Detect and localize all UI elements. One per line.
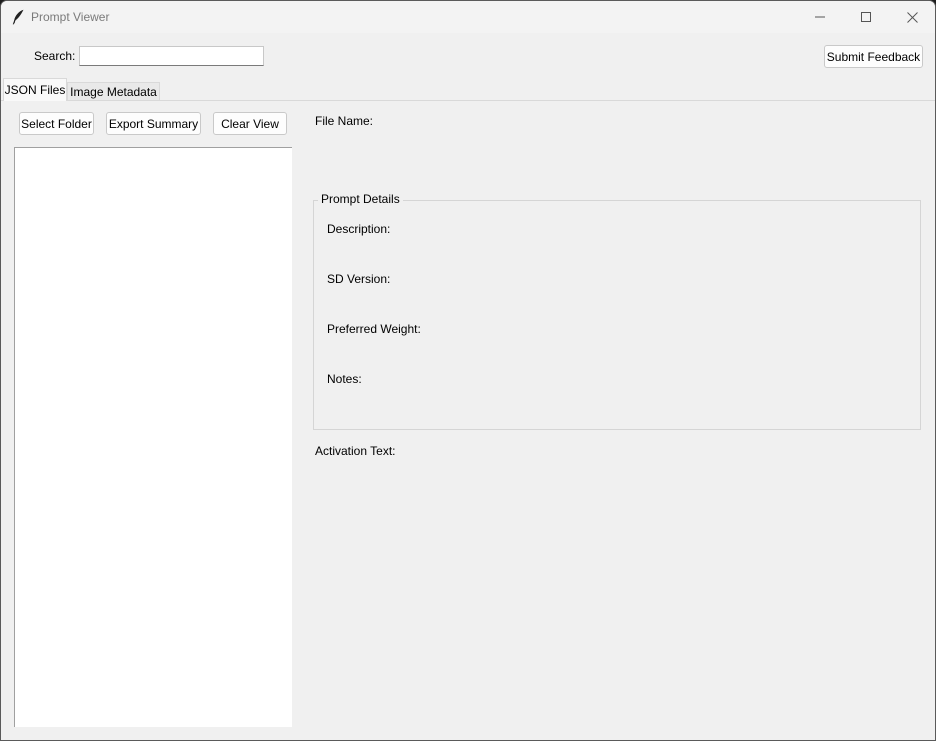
search-label: Search: bbox=[34, 49, 76, 63]
window-title: Prompt Viewer bbox=[31, 10, 110, 24]
clear-view-button[interactable]: Clear View bbox=[213, 112, 287, 135]
select-folder-button[interactable]: Select Folder bbox=[19, 112, 94, 135]
maximize-icon bbox=[861, 12, 871, 22]
search-input[interactable] bbox=[79, 46, 264, 66]
tab-image-metadata[interactable]: Image Metadata bbox=[67, 82, 160, 101]
close-icon bbox=[906, 11, 918, 23]
prompt-details-group bbox=[313, 200, 921, 430]
sd-version-label: SD Version: bbox=[327, 272, 391, 286]
window-bottom-edge bbox=[1, 728, 935, 740]
title-bar[interactable]: Prompt Viewer bbox=[1, 1, 935, 33]
app-window: Prompt Viewer Search: Submit Feedback JS… bbox=[0, 0, 936, 741]
notes-label: Notes: bbox=[327, 372, 362, 386]
preferred-weight-label: Preferred Weight: bbox=[327, 322, 421, 336]
file-listbox[interactable] bbox=[14, 147, 292, 727]
minimize-icon bbox=[815, 16, 825, 18]
file-name-label: File Name: bbox=[315, 114, 374, 128]
tab-divider bbox=[1, 100, 935, 101]
description-label: Description: bbox=[327, 222, 391, 236]
activation-text-label: Activation Text: bbox=[315, 444, 396, 458]
minimize-button[interactable] bbox=[797, 1, 843, 33]
feather-icon bbox=[12, 9, 24, 25]
prompt-details-title: Prompt Details bbox=[318, 192, 403, 206]
maximize-button[interactable] bbox=[843, 1, 889, 33]
submit-feedback-button[interactable]: Submit Feedback bbox=[824, 45, 923, 68]
close-button[interactable] bbox=[889, 1, 935, 33]
tab-json-files[interactable]: JSON Files bbox=[3, 78, 67, 101]
export-summary-button[interactable]: Export Summary bbox=[106, 112, 201, 135]
